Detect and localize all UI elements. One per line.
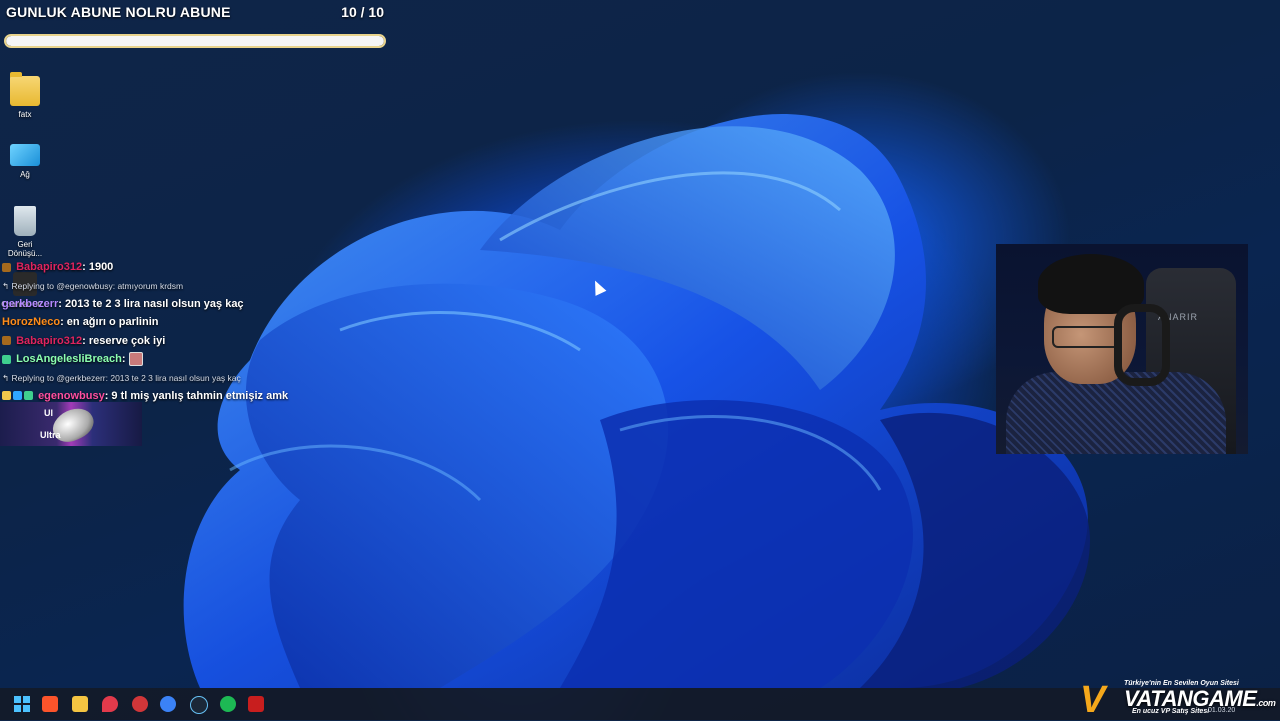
stream-chat: Babapiro312: 1900 ↰ Replying to @egenowb… [2, 258, 302, 405]
recycle-bin-icon [14, 206, 36, 236]
goal-progress-fill [6, 36, 384, 46]
streamer-shirt [1006, 372, 1226, 454]
chat-text: 1900 [88, 261, 114, 273]
chat-username: Babapiro312 [16, 261, 83, 273]
promo-line2: Ultra [40, 430, 61, 440]
sponsor-logo: V Türkiye'nin En Sevilen Oyun Sitesi VAT… [1080, 678, 1280, 720]
chat-message: LosAngelesliBreach: [2, 350, 302, 369]
reply-text: Replying to @gerkbezerr: 2013 te 2 3 lir… [11, 372, 241, 383]
chat-username: Babapiro312 [16, 334, 83, 347]
badge-icon [2, 262, 11, 272]
start-icon[interactable] [14, 696, 30, 712]
sponsor-tagline-bottom: En ucuz VP Satış Sitesi [1132, 708, 1210, 715]
desktop-icon-label: Geri Dönüşü... [7, 240, 43, 258]
chat-reply-context: ↰ Replying to @gerkbezerr: 2013 te 2 3 l… [2, 369, 302, 387]
chat-text: en ağırı o parlinin [66, 316, 159, 328]
browser-icon[interactable] [160, 696, 176, 712]
chat-username: LosAngelesliBreach [16, 353, 122, 365]
emote-icon [128, 352, 143, 367]
chat-username: gerkbezerr [2, 297, 59, 310]
vatan-logo-icon: V [1080, 679, 1106, 721]
desktop-icon-label: fatx [18, 110, 32, 119]
goal-progress-bar [4, 34, 386, 48]
clock-date: 01.03.20 [1208, 707, 1236, 714]
desktop-icon-fatx[interactable]: fatx [0, 72, 50, 119]
recording-app-icon[interactable] [248, 696, 264, 712]
folder-icon [10, 72, 40, 106]
gift-badge-icon [24, 391, 33, 401]
steam-icon[interactable] [190, 696, 208, 714]
badge-icon [13, 391, 22, 401]
webcam-overlay: ANARIR [996, 244, 1248, 454]
glasses-icon [1052, 326, 1120, 348]
chat-message: Babapiro312: 1900 [2, 258, 302, 277]
desktop-icon-recycle-bin[interactable]: Geri Dönüşü... [0, 206, 50, 258]
goal-title: GUNLUK ABUNE NOLRU ABUNE [6, 4, 231, 20]
badge-icon [2, 391, 11, 401]
chat-message: HorozNeco: en ağırı o parlinin [2, 316, 159, 328]
headphones-icon [1114, 304, 1170, 386]
badge-icon [2, 336, 11, 346]
goal-count: 10 / 10 [341, 4, 384, 20]
chat-message: Babapiro312: reserve çok iyi [2, 332, 302, 351]
promo-banner: Ul Ultra [0, 402, 142, 446]
spotify-icon[interactable] [220, 696, 236, 712]
reply-text: Replying to @egenowbusy: atmıyorum krdsm [11, 280, 184, 291]
promo-line1: Ul [44, 408, 53, 418]
chat-username: HorozNeco [2, 316, 61, 328]
chat-text: 9 tl miş yanlış tahmin etmişiz amk [111, 389, 289, 402]
riot-client-icon[interactable] [132, 696, 148, 712]
brave-icon[interactable] [42, 696, 58, 712]
network-icon [10, 144, 40, 166]
valorant-icon[interactable] [102, 696, 118, 712]
file-explorer-icon[interactable] [72, 696, 88, 712]
chat-reply-context: ↰ Replying to @egenowbusy: atmıyorum krd… [2, 277, 302, 295]
chat-message: gerkbezerr: 2013 te 2 3 lira nasıl olsun… [2, 297, 244, 310]
gift-badge-icon [2, 354, 11, 364]
desktop-icon-label: Ağ [20, 170, 30, 179]
desktop-icon-network[interactable]: Ağ [0, 138, 50, 179]
chat-username: egenowbusy [38, 389, 105, 402]
chat-text: reserve çok iyi [88, 334, 166, 347]
chat-text: 2013 te 2 3 lira nasıl olsun yaş kaç [65, 297, 244, 310]
subscriber-goal-widget: GUNLUK ABUNE NOLRU ABUNE 10 / 10 [4, 2, 388, 50]
